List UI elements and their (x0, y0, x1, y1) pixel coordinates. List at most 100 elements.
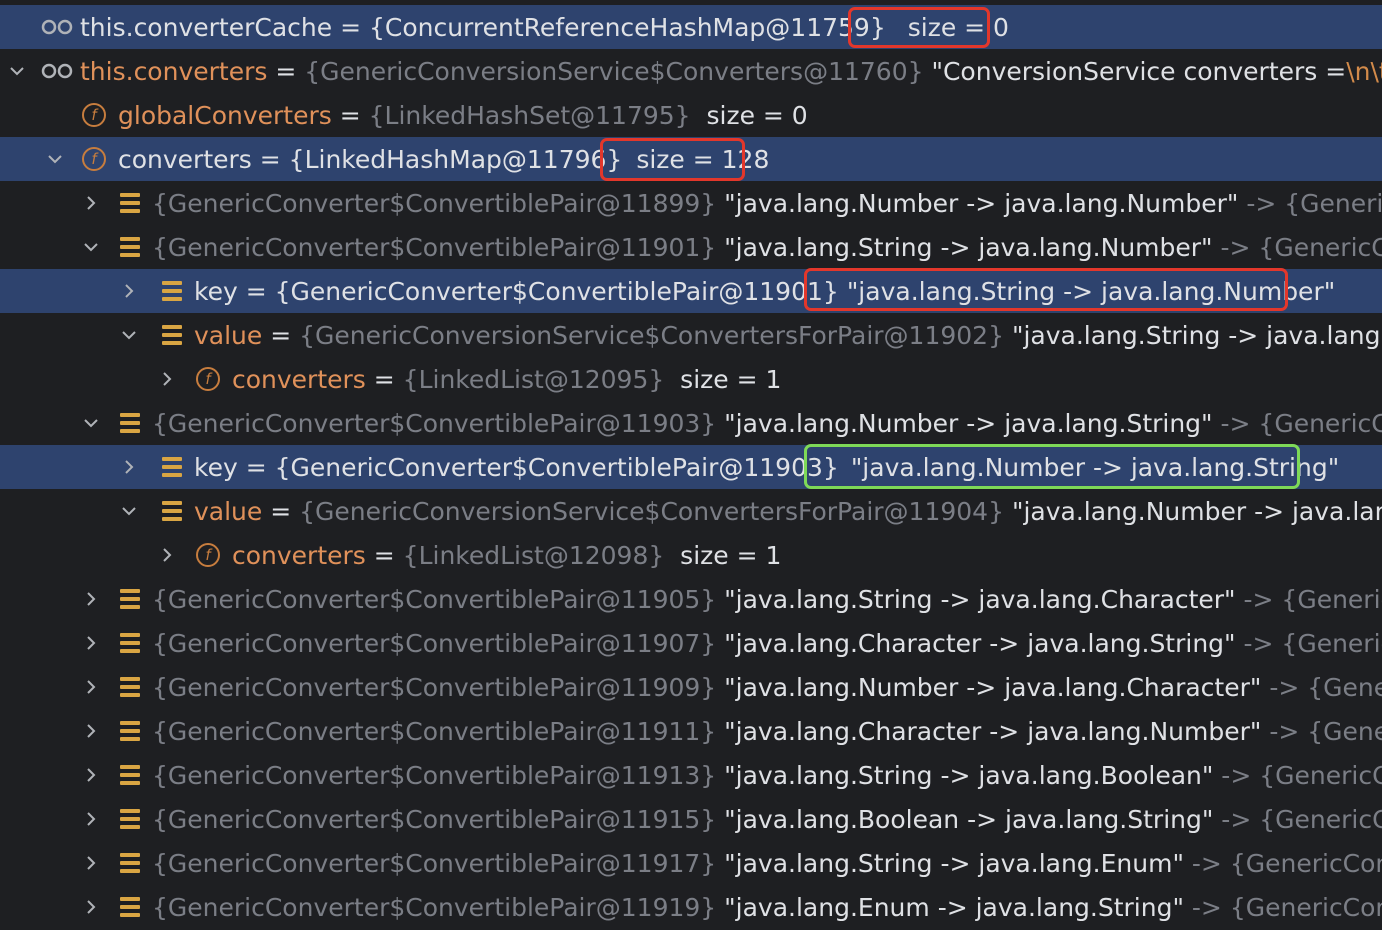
value-description: "java.lang.String -> java.lang.Nur (1011, 320, 1382, 350)
chevron-down-icon[interactable] (116, 498, 142, 524)
variable-reference: {GenericConverter$ConvertiblePair@11903} (274, 452, 839, 482)
chevron-right-icon[interactable] (154, 366, 180, 392)
map-entry-row[interactable]: {GenericConverter$ConvertiblePair@11899}… (0, 181, 1382, 225)
entry-reference: {GenericConverter$ConvertiblePair@11911} (152, 716, 717, 746)
variable-row-converters-list[interactable]: f converters = {LinkedList@12098} size =… (0, 533, 1382, 577)
variable-name: converters (232, 364, 366, 394)
field-icon: f (82, 147, 106, 171)
size-label: size = 1 (664, 540, 782, 570)
chevron-right-icon[interactable] (78, 674, 104, 700)
chevron-right-icon[interactable] (78, 850, 104, 876)
variable-reference: {LinkedList@12095} (402, 364, 665, 394)
equals-sign: = (262, 320, 300, 350)
map-entry-icon (120, 413, 140, 433)
map-entry-row[interactable]: {GenericConverter$ConvertiblePair@11919}… (0, 885, 1382, 929)
variable-row-global-converters[interactable]: f globalConverters = {LinkedHashSet@1179… (0, 93, 1382, 137)
map-entry-icon (120, 633, 140, 653)
variable-name: converters (232, 540, 366, 570)
watch-glasses-icon (41, 19, 73, 35)
variable-row-converters-list[interactable]: f converters = {LinkedList@12095} size =… (0, 357, 1382, 401)
equals-sign: = (262, 496, 300, 526)
chevron-down-icon[interactable] (78, 410, 104, 436)
map-entry-row[interactable]: {GenericConverter$ConvertiblePair@11909}… (0, 665, 1382, 709)
escape-sequence: \n\t (1346, 56, 1382, 86)
entry-tail: -> {GenericC (1269, 716, 1382, 746)
entry-value-row[interactable]: value = {GenericConversionService$Conver… (0, 489, 1382, 533)
no-expand-spacer (4, 14, 30, 40)
highlight-box-cache-size (848, 7, 990, 48)
chevron-right-icon[interactable] (78, 630, 104, 656)
entry-reference: {GenericConverter$ConvertiblePair@11919} (152, 892, 717, 922)
size-label: size = 1 (664, 364, 782, 394)
map-entry-row[interactable]: {GenericConverter$ConvertiblePair@11911}… (0, 709, 1382, 753)
variable-row-converters-service[interactable]: this.converters = {GenericConversionServ… (0, 49, 1382, 93)
variable-row-converter-cache[interactable]: this.converterCache = {ConcurrentReferen… (0, 5, 1382, 49)
variable-name: value (194, 320, 263, 350)
chevron-right-icon[interactable] (116, 454, 142, 480)
equals-sign: = (237, 452, 275, 482)
map-entry-icon (120, 809, 140, 829)
chevron-right-icon[interactable] (116, 278, 142, 304)
variable-reference: {ConcurrentReferenceHashMap@11759} (368, 12, 886, 42)
equals-sign: = (331, 100, 369, 130)
field-icon: f (196, 367, 220, 391)
entry-tail: -> {GenericCo (1243, 628, 1382, 658)
entry-value-row[interactable]: value = {GenericConversionService$Conver… (0, 313, 1382, 357)
chevron-right-icon[interactable] (78, 894, 104, 920)
size-label: size = 0 (690, 100, 808, 130)
map-entry-icon (120, 897, 140, 917)
map-entry-row[interactable]: {GenericConverter$ConvertiblePair@11913}… (0, 753, 1382, 797)
map-entry-row[interactable]: {GenericConverter$ConvertiblePair@11901}… (0, 225, 1382, 269)
entry-reference: {GenericConverter$ConvertiblePair@11909} (152, 672, 717, 702)
map-entry-icon (120, 193, 140, 213)
entry-tail: -> {GenericConv (1220, 232, 1382, 262)
equals-sign: = (251, 144, 289, 174)
entry-tail: -> {GenericConvers (1191, 848, 1382, 878)
variable-reference: {GenericConverter$ConvertiblePair@11901} (274, 276, 839, 306)
debugger-variables-tree: this.converterCache = {ConcurrentReferen… (0, 0, 1382, 930)
entry-description: "java.lang.Enum -> java.lang.String" (716, 892, 1184, 922)
variable-reference: {GenericConversionService$Converters@117… (304, 56, 924, 86)
chevron-down-icon[interactable] (78, 234, 104, 260)
equals-sign: = (267, 56, 305, 86)
variable-name: this.converterCache (80, 12, 333, 42)
chevron-right-icon[interactable] (78, 190, 104, 216)
chevron-right-icon[interactable] (78, 762, 104, 788)
chevron-down-icon[interactable] (42, 146, 68, 172)
variable-name: key (194, 276, 238, 306)
chevron-right-icon[interactable] (78, 586, 104, 612)
map-entry-icon (162, 501, 182, 521)
entry-description: "java.lang.Number -> java.lang.Character… (716, 672, 1262, 702)
entry-reference: {GenericConverter$ConvertiblePair@11903} (152, 408, 717, 438)
map-entry-row[interactable]: {GenericConverter$ConvertiblePair@11903}… (0, 401, 1382, 445)
entry-tail: -> {GenericC (1269, 672, 1382, 702)
variable-reference: {LinkedList@12098} (402, 540, 665, 570)
entry-tail: -> {GenericConv (1221, 760, 1382, 790)
highlight-box-key-string-to-number (804, 268, 1288, 311)
chevron-down-icon[interactable] (116, 322, 142, 348)
entry-tail: -> {GenericConvers (1191, 892, 1382, 922)
entry-reference: {GenericConverter$ConvertiblePair@11899} (152, 188, 717, 218)
chevron-right-icon[interactable] (78, 718, 104, 744)
map-entry-icon (162, 325, 182, 345)
map-entry-icon (120, 237, 140, 257)
entry-description: "java.lang.Boolean -> java.lang.String" (716, 804, 1214, 834)
map-entry-row[interactable]: {GenericConverter$ConvertiblePair@11907}… (0, 621, 1382, 665)
map-entry-row[interactable]: {GenericConverter$ConvertiblePair@11917}… (0, 841, 1382, 885)
chevron-right-icon[interactable] (78, 806, 104, 832)
watch-glasses-icon (41, 63, 73, 79)
entry-reference: {GenericConverter$ConvertiblePair@11913} (152, 760, 717, 790)
entry-description: "java.lang.Character -> java.lang.Number… (716, 716, 1262, 746)
chevron-down-icon[interactable] (4, 58, 30, 84)
map-entry-row[interactable]: {GenericConverter$ConvertiblePair@11905}… (0, 577, 1382, 621)
value-description: "java.lang.Number -> java.lang.S (1011, 496, 1382, 526)
entry-reference: {GenericConverter$ConvertiblePair@11905} (152, 584, 717, 614)
variable-reference: {GenericConversionService$ConvertersForP… (299, 496, 1004, 526)
entry-reference: {GenericConverter$ConvertiblePair@11907} (152, 628, 717, 658)
field-icon: f (82, 103, 106, 127)
variable-name: globalConverters (118, 100, 332, 130)
equals-sign: = (237, 276, 275, 306)
chevron-right-icon[interactable] (154, 542, 180, 568)
map-entry-icon (120, 677, 140, 697)
map-entry-row[interactable]: {GenericConverter$ConvertiblePair@11915}… (0, 797, 1382, 841)
